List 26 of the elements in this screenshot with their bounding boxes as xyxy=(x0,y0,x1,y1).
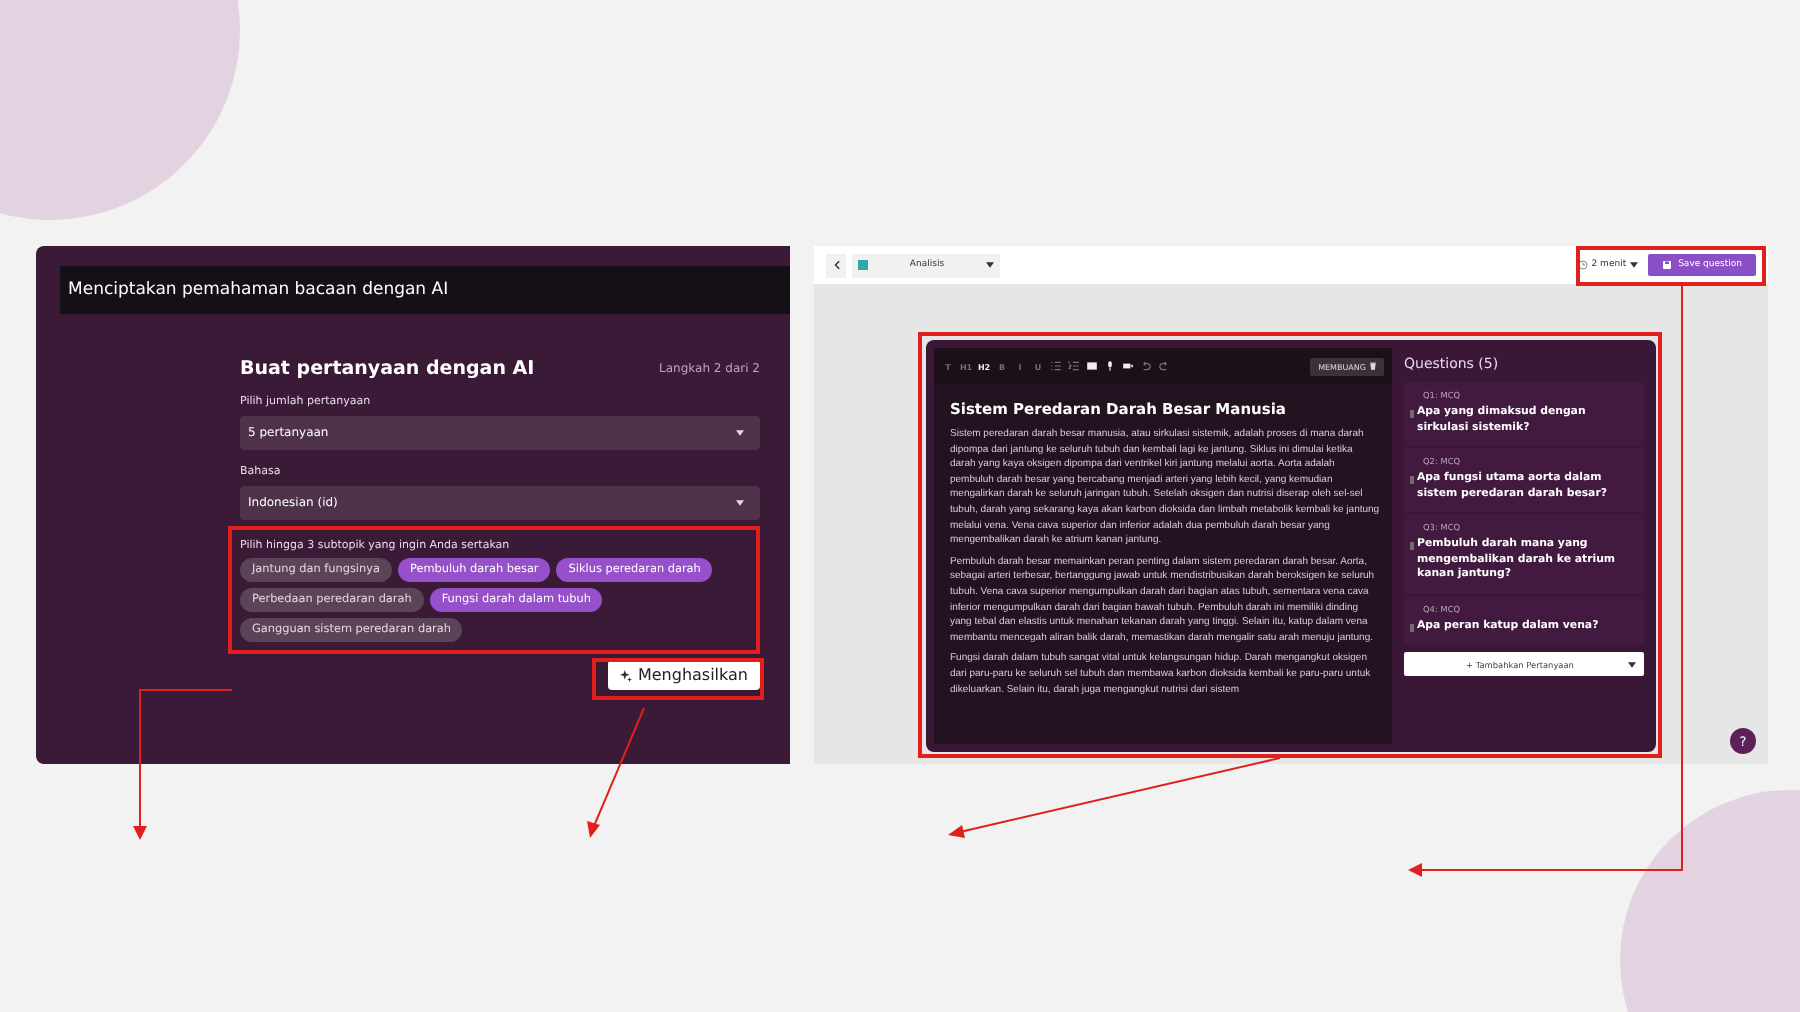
sparkle-icon xyxy=(619,669,632,681)
save-icon xyxy=(1662,260,1673,270)
form-heading: Buat pertanyaan dengan AI xyxy=(240,358,535,380)
drag-handle-icon xyxy=(1410,476,1413,484)
trash-icon xyxy=(1370,362,1376,370)
generate-button[interactable]: Menghasilkan xyxy=(607,660,760,690)
clock-icon xyxy=(1577,260,1588,270)
drag-handle-icon xyxy=(1410,410,1413,418)
image-icon[interactable] xyxy=(1086,360,1098,372)
bullet-list-icon[interactable] xyxy=(1050,360,1062,372)
undo-icon[interactable] xyxy=(1140,360,1152,372)
caret-icon xyxy=(986,262,994,268)
document-icon xyxy=(858,260,868,270)
annotation-arrow xyxy=(587,707,645,838)
caret-icon xyxy=(736,500,744,506)
chevron-left-icon xyxy=(833,260,839,270)
drag-handle-icon xyxy=(1410,542,1413,550)
drag-handle-icon xyxy=(1410,623,1413,631)
caret-icon xyxy=(1628,661,1636,667)
window-title: Menciptakan pemahaman bacaan dengan AI xyxy=(68,280,449,300)
numbered-list-icon[interactable] xyxy=(1068,360,1080,372)
back-button[interactable] xyxy=(826,253,846,277)
redo-icon[interactable] xyxy=(1158,360,1170,372)
caret-icon xyxy=(736,430,744,436)
video-camera-icon[interactable] xyxy=(1122,360,1134,372)
caret-icon xyxy=(1630,262,1639,268)
